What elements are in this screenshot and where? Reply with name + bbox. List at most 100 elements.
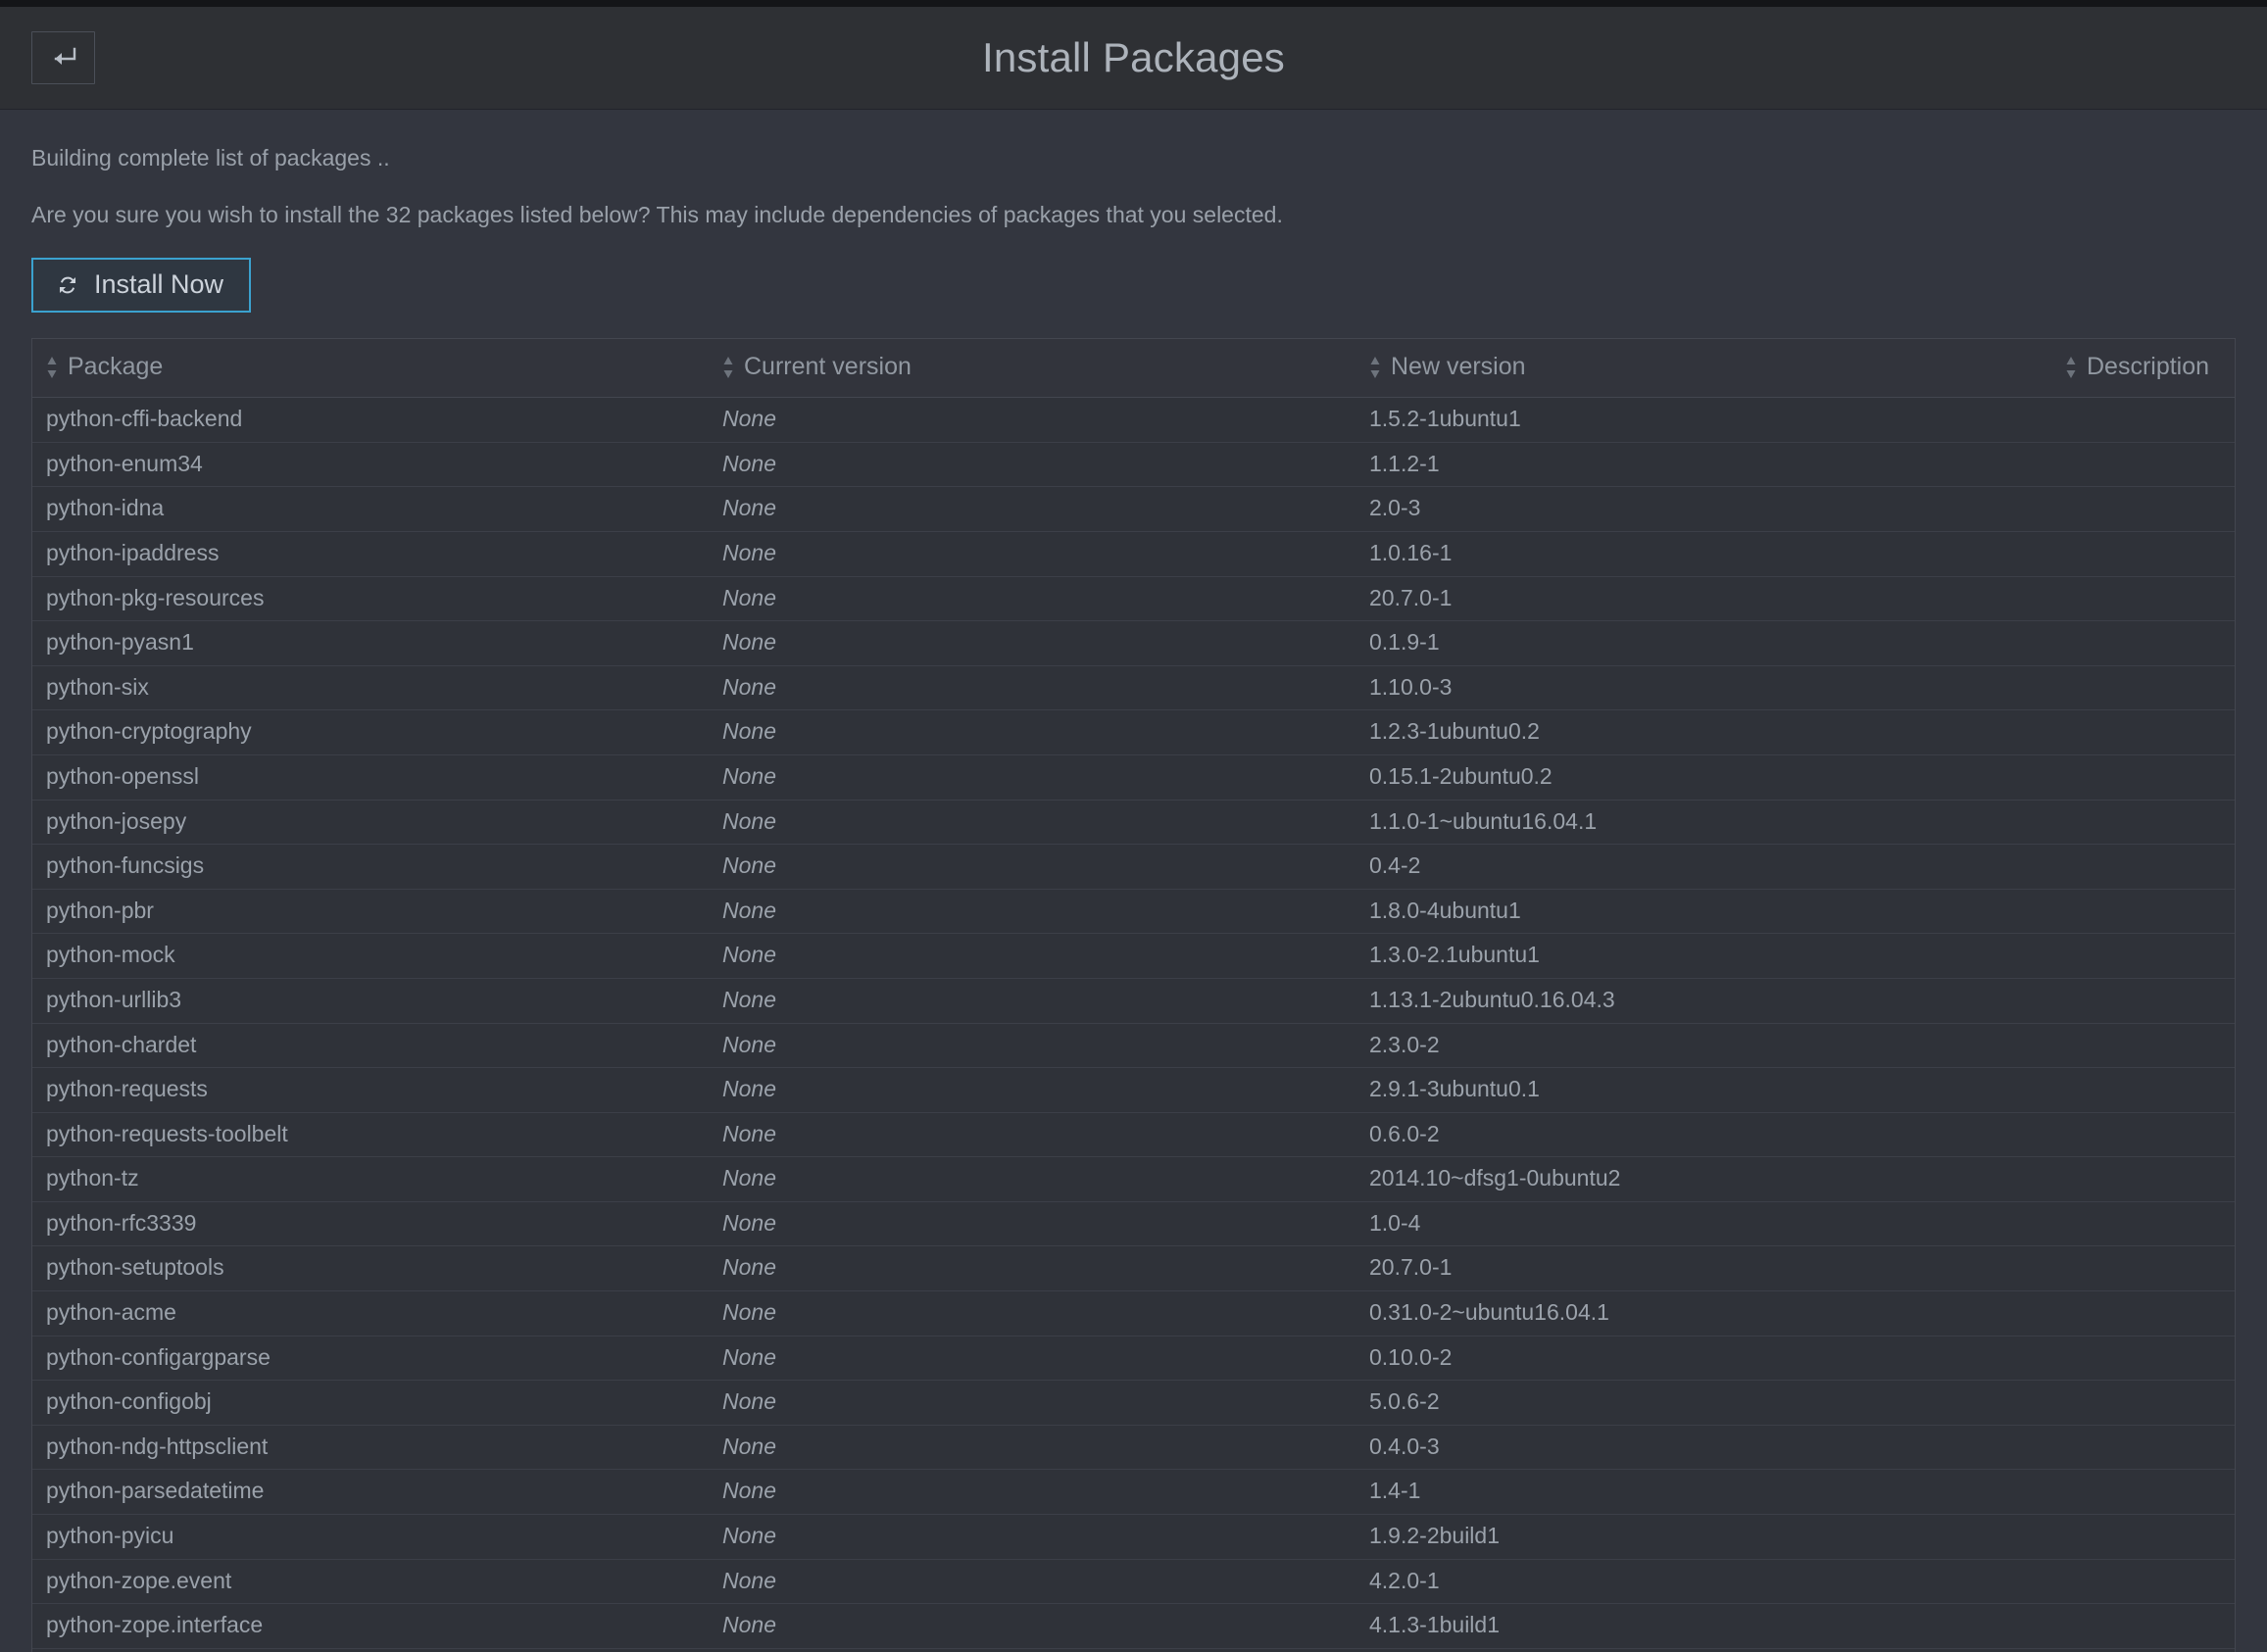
packages-table: Package Current version New version Desc…: [32, 339, 2235, 1652]
table-row[interactable]: python-openssl None 0.15.1-2ubuntu0.2: [32, 754, 2235, 801]
table-row[interactable]: python-acme None 0.31.0-2~ubuntu16.04.1: [32, 1290, 2235, 1336]
column-header-description[interactable]: Description: [2051, 339, 2235, 399]
table-row[interactable]: python-mock None 1.3.0-2.1ubuntu1: [32, 933, 2235, 979]
cell-description: [2051, 1112, 2235, 1158]
table-row[interactable]: python-configargparse None 0.10.0-2: [32, 1336, 2235, 1382]
cell-current-version: None: [709, 1603, 1355, 1649]
cell-new-version: 4.2.0-1: [1355, 1559, 2051, 1605]
table-row[interactable]: python-zope.hookableNone4.0.4-4build2: [32, 1648, 2235, 1652]
column-header-package[interactable]: Package: [32, 339, 709, 399]
cell-package: python-parsedatetime: [32, 1469, 709, 1516]
cell-package: python-enum34: [32, 442, 709, 488]
install-now-label: Install Now: [94, 269, 224, 300]
table-row[interactable]: python-ndg-httpsclient None 0.4.0-3: [32, 1425, 2235, 1471]
table-row[interactable]: python-pyasn1 None 0.1.9-1: [32, 620, 2235, 666]
cell-description: [2051, 1245, 2235, 1292]
cell-new-version: 2.0-3: [1355, 486, 2051, 532]
sort-updown-icon[interactable]: [722, 355, 734, 380]
cell-description: [2051, 1469, 2235, 1516]
cell-current-version: None: [709, 1067, 1355, 1113]
table-row[interactable]: python-six None 1.10.0-3: [32, 665, 2235, 711]
table-row[interactable]: python-chardet None 2.3.0-2: [32, 1023, 2235, 1069]
table-row[interactable]: python-idna None 2.0-3: [32, 486, 2235, 532]
table-row[interactable]: python-zope.event None 4.2.0-1: [32, 1559, 2235, 1605]
sort-updown-icon[interactable]: [1369, 355, 1381, 380]
table-row[interactable]: python-requests None 2.9.1-3ubuntu0.1: [32, 1067, 2235, 1113]
cell-new-version: 1.1.2-1: [1355, 442, 2051, 488]
page-header: Install Packages: [0, 7, 2267, 110]
table-row[interactable]: python-zope.interface None 4.1.3-1build1: [32, 1603, 2235, 1649]
cell-package: python-ndg-httpsclient: [32, 1425, 709, 1471]
cell-current-version: None: [709, 1290, 1355, 1336]
column-header-package-label: Package: [68, 353, 164, 381]
cell-package: python-zope.hookable: [32, 1648, 709, 1652]
cell-current-version: None: [709, 933, 1355, 979]
table-row[interactable]: python-parsedatetime None 1.4-1: [32, 1469, 2235, 1516]
table-row[interactable]: python-requests-toolbelt None 0.6.0-2: [32, 1112, 2235, 1158]
install-now-button[interactable]: Install Now: [31, 258, 252, 314]
cell-current-version: None: [709, 1156, 1355, 1202]
cell-package: python-cffi-backend: [32, 397, 709, 443]
table-row[interactable]: python-configobj None 5.0.6-2: [32, 1380, 2235, 1426]
cell-package: python-configobj: [32, 1380, 709, 1426]
cell-current-version: None: [709, 1469, 1355, 1516]
cell-package: python-cryptography: [32, 709, 709, 755]
cell-package: python-funcsigs: [32, 844, 709, 890]
sort-updown-icon[interactable]: [2065, 355, 2077, 380]
cell-new-version: 2014.10~dfsg1-0ubuntu2: [1355, 1156, 2051, 1202]
column-header-current-version[interactable]: Current version: [709, 339, 1355, 399]
table-row[interactable]: python-urllib3 None 1.13.1-2ubuntu0.16.04.…: [32, 978, 2235, 1024]
cell-current-version: None: [709, 800, 1355, 846]
table-row[interactable]: python-tz None 2014.10~dfsg1-0ubuntu2: [32, 1156, 2235, 1202]
cell-package: python-mock: [32, 933, 709, 979]
cell-package: python-josepy: [32, 800, 709, 846]
cell-package: python-chardet: [32, 1023, 709, 1069]
cell-new-version: 5.0.6-2: [1355, 1380, 2051, 1426]
cell-new-version: 1.0.16-1: [1355, 531, 2051, 577]
back-button[interactable]: [31, 31, 95, 84]
cell-description: [2051, 1290, 2235, 1336]
table-row[interactable]: python-rfc3339 None 1.0-4: [32, 1201, 2235, 1247]
cell-package: python-rfc3339: [32, 1201, 709, 1247]
cell-description: [2051, 1514, 2235, 1560]
cell-new-version: 1.1.0-1~ubuntu16.04.1: [1355, 800, 2051, 846]
table-row[interactable]: python-cryptography None 1.2.3-1ubuntu0.2: [32, 709, 2235, 755]
cell-package: python-acme: [32, 1290, 709, 1336]
cell-new-version: 0.6.0-2: [1355, 1112, 2051, 1158]
cell-description: [2051, 665, 2235, 711]
sort-updown-icon[interactable]: [46, 355, 58, 380]
cell-description: [2051, 933, 2235, 979]
table-row[interactable]: python-ipaddress None 1.0.16-1: [32, 531, 2235, 577]
cell-current-version: None: [709, 709, 1355, 755]
cell-new-version: 1.4-1: [1355, 1469, 2051, 1516]
cell-new-version: 2.3.0-2: [1355, 1023, 2051, 1069]
cell-current-version: None: [709, 1112, 1355, 1158]
cell-new-version: 0.15.1-2ubuntu0.2: [1355, 754, 2051, 801]
cell-new-version: 0.1.9-1: [1355, 620, 2051, 666]
table-row[interactable]: python-pyicu None 1.9.2-2build1: [32, 1514, 2235, 1560]
cell-description: [2051, 1603, 2235, 1649]
table-row[interactable]: python-josepy None 1.1.0-1~ubuntu16.04.1: [32, 800, 2235, 846]
cell-package: python-zope.event: [32, 1559, 709, 1605]
table-row[interactable]: python-cffi-backend None 1.5.2-1ubuntu1: [32, 397, 2235, 443]
cell-new-version: 0.4.0-3: [1355, 1425, 2051, 1471]
cell-current-version: None: [709, 1023, 1355, 1069]
cell-current-version: None: [709, 486, 1355, 532]
cell-current-version: None: [709, 1380, 1355, 1426]
confirm-message: Are you sure you wish to install the 32 …: [31, 201, 1283, 227]
cell-new-version: 0.31.0-2~ubuntu16.04.1: [1355, 1290, 2051, 1336]
cell-description: [2051, 1425, 2235, 1471]
table-row[interactable]: python-funcsigs None 0.4-2: [32, 844, 2235, 890]
cell-description: [2051, 576, 2235, 622]
cell-description: [2051, 620, 2235, 666]
cell-description: [2051, 844, 2235, 890]
table-row[interactable]: python-enum34 None 1.1.2-1: [32, 442, 2235, 488]
table-row[interactable]: python-pbr None 1.8.0-4ubuntu1: [32, 889, 2235, 935]
cell-new-version: 1.13.1-2ubuntu0.16.04.3: [1355, 978, 2051, 1024]
cell-description: [2051, 1201, 2235, 1247]
column-header-new-version[interactable]: New version: [1355, 339, 2051, 399]
cell-current-version: None: [709, 442, 1355, 488]
cell-package: python-configargparse: [32, 1336, 709, 1382]
table-row[interactable]: python-pkg-resources None 20.7.0-1: [32, 576, 2235, 622]
table-row[interactable]: python-setuptools None 20.7.0-1: [32, 1245, 2235, 1292]
